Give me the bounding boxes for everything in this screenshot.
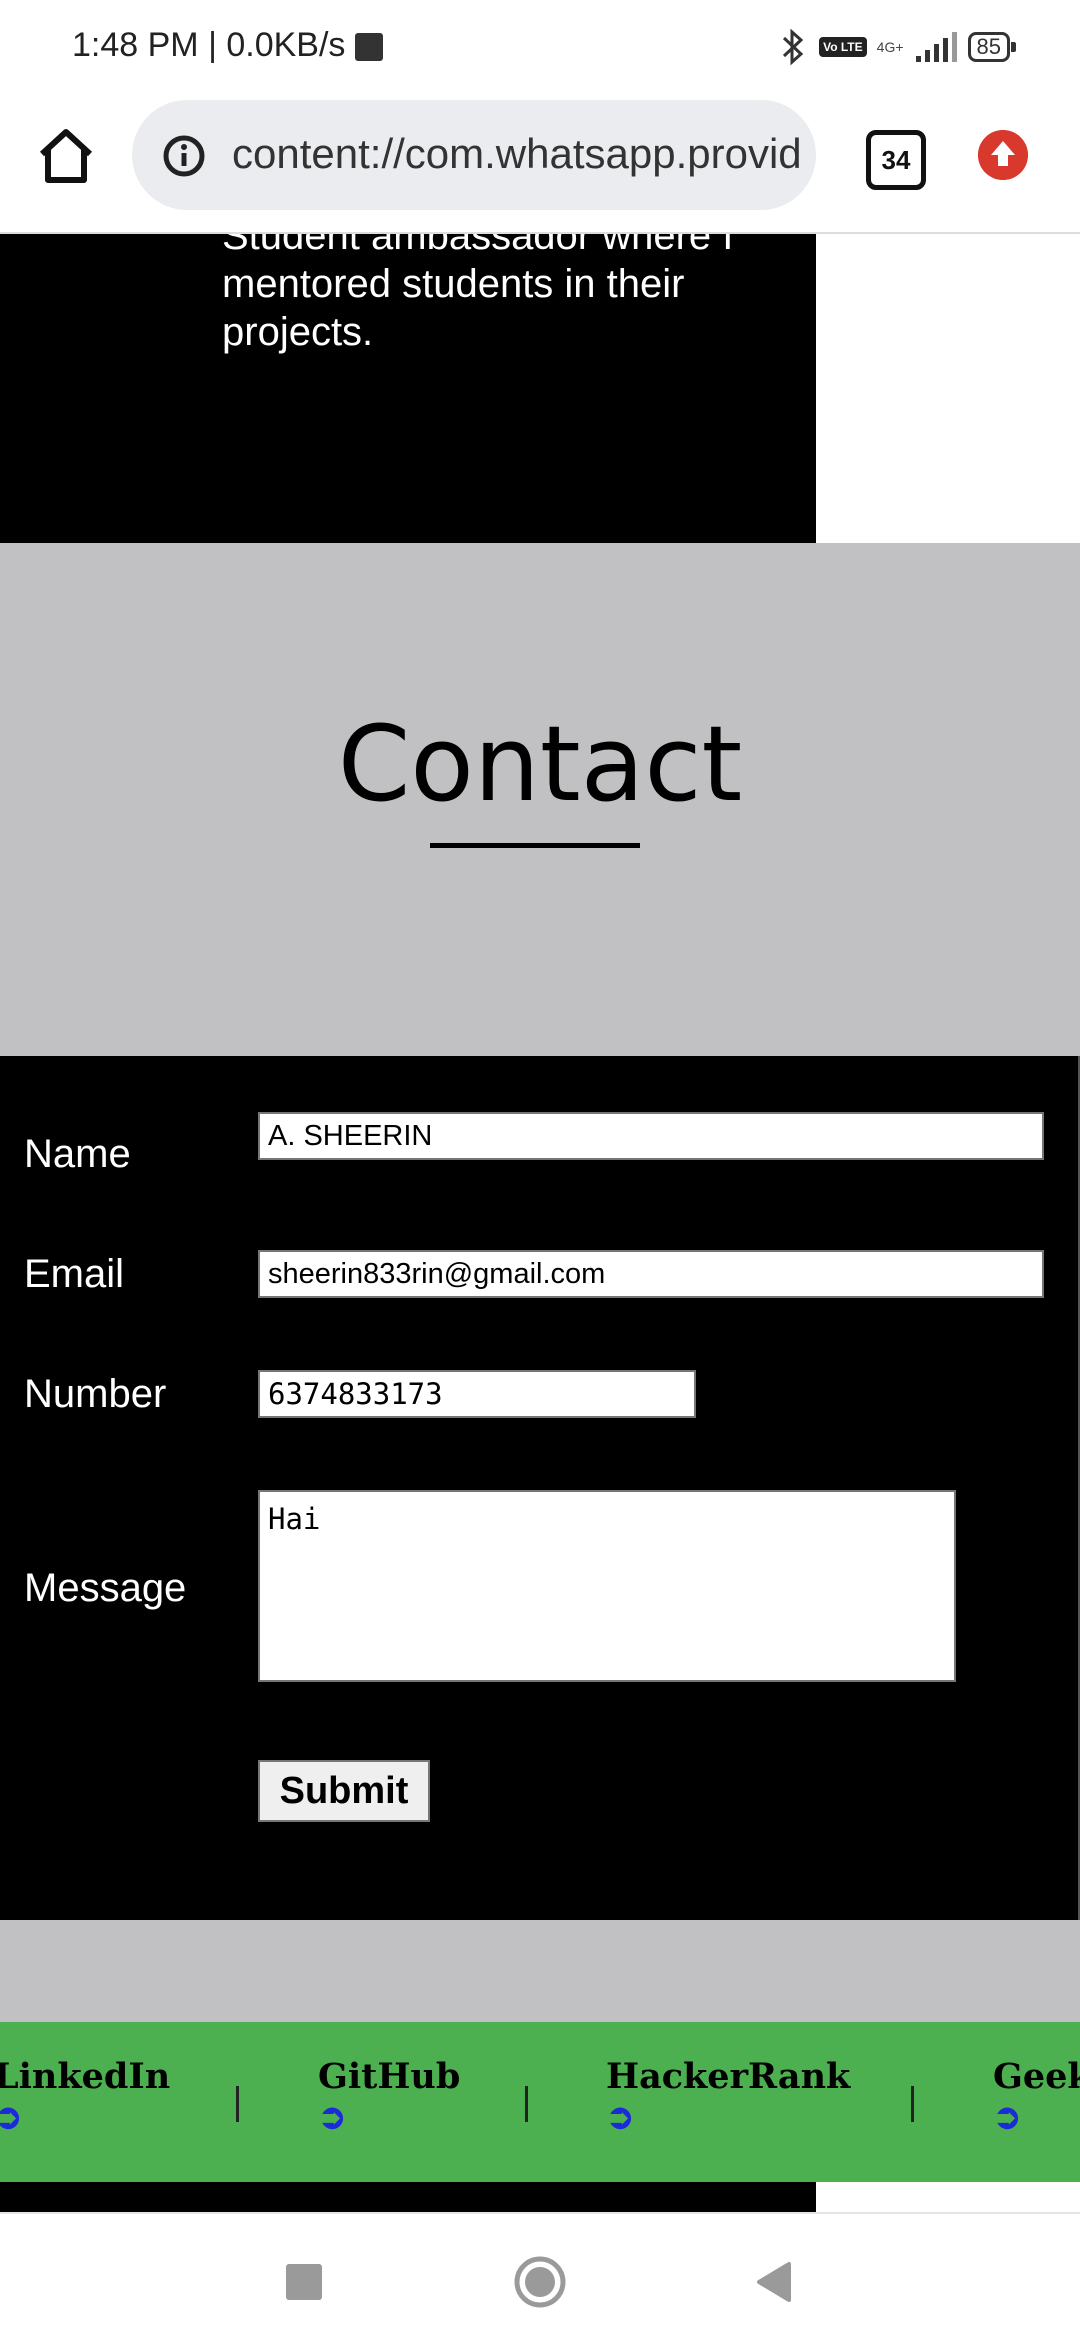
link-linkedin[interactable]: LinkedIn ➲ xyxy=(0,2056,170,2137)
email-field[interactable]: sheerin833rin@gmail.com xyxy=(258,1250,1044,1298)
status-time: 1:48 PM | 0.0KB/s xyxy=(72,26,346,64)
divider xyxy=(525,2086,528,2122)
url-field[interactable]: content://com.whatsapp.provider.media/it… xyxy=(132,100,816,210)
arrow-icon[interactable]: ➲ xyxy=(606,2097,850,2137)
experience-card: Student ambassador where I mentored stud… xyxy=(0,234,816,543)
arrow-icon[interactable]: ➲ xyxy=(318,2097,460,2137)
contact-section: Contact xyxy=(0,543,1080,1056)
number-field[interactable]: 6374833173 xyxy=(258,1370,696,1418)
social-links-bar: LinkedIn ➲ GitHub ➲ HackerRank ➲ Geeksfo… xyxy=(0,2022,1080,2182)
link-geeksforgeeks[interactable]: GeeksforGeeks ➲ xyxy=(993,2056,1080,2137)
browser-toolbar: content://com.whatsapp.provider.media/it… xyxy=(0,96,1080,234)
divider xyxy=(911,2086,914,2122)
link-github[interactable]: GitHub ➲ xyxy=(318,2056,460,2137)
home-icon[interactable] xyxy=(34,124,98,188)
link-label[interactable]: HackerRank xyxy=(606,2056,850,2097)
url-text[interactable]: content://com.whatsapp.provider.media/it… xyxy=(232,126,802,182)
message-label: Message xyxy=(24,1566,187,1610)
contact-underline xyxy=(430,843,640,848)
footer-spacer xyxy=(0,1920,1080,2022)
battery-icon: 85 xyxy=(967,32,1017,62)
update-icon[interactable] xyxy=(978,130,1028,180)
link-label[interactable]: GitHub xyxy=(318,2056,460,2097)
link-label[interactable]: LinkedIn xyxy=(0,2056,170,2097)
experience-text: Student ambassador where I mentored stud… xyxy=(222,234,734,354)
email-label: Email xyxy=(24,1252,125,1296)
link-label[interactable]: GeeksforGeeks xyxy=(993,2056,1080,2097)
arrow-icon[interactable]: ➲ xyxy=(993,2097,1080,2137)
stop-icon xyxy=(355,33,383,61)
info-icon[interactable] xyxy=(162,134,206,178)
status-bar: 1:48 PM | 0.0KB/s Vo LTE 4G+ 85 xyxy=(0,0,1080,96)
home-circle-icon[interactable] xyxy=(514,2256,566,2308)
tabs-icon[interactable]: 34 xyxy=(866,130,926,190)
network-label: 4G+ xyxy=(876,39,904,55)
divider xyxy=(236,2086,239,2122)
bluetooth-icon xyxy=(783,28,804,66)
contact-form: Name A. SHEERIN Email sheerin833rin@gmai… xyxy=(0,1056,1080,1920)
number-label: Number xyxy=(24,1372,167,1416)
contact-title: Contact xyxy=(337,703,743,825)
name-field[interactable]: A. SHEERIN xyxy=(258,1112,1044,1160)
recents-icon[interactable] xyxy=(286,2264,322,2300)
signal-icon xyxy=(915,32,957,62)
volte-icon: Vo LTE xyxy=(819,37,867,57)
name-label: Name xyxy=(24,1132,131,1176)
link-hackerrank[interactable]: HackerRank ➲ xyxy=(606,2056,850,2137)
message-field[interactable]: Hai xyxy=(258,1490,956,1682)
back-icon[interactable] xyxy=(753,2260,793,2304)
system-nav-bar xyxy=(0,2212,1080,2342)
arrow-icon[interactable]: ➲ xyxy=(0,2097,170,2137)
submit-button[interactable]: Submit xyxy=(258,1760,430,1822)
bottom-card-edge xyxy=(0,2182,816,2212)
status-icons: Vo LTE 4G+ 85 xyxy=(777,22,1017,72)
